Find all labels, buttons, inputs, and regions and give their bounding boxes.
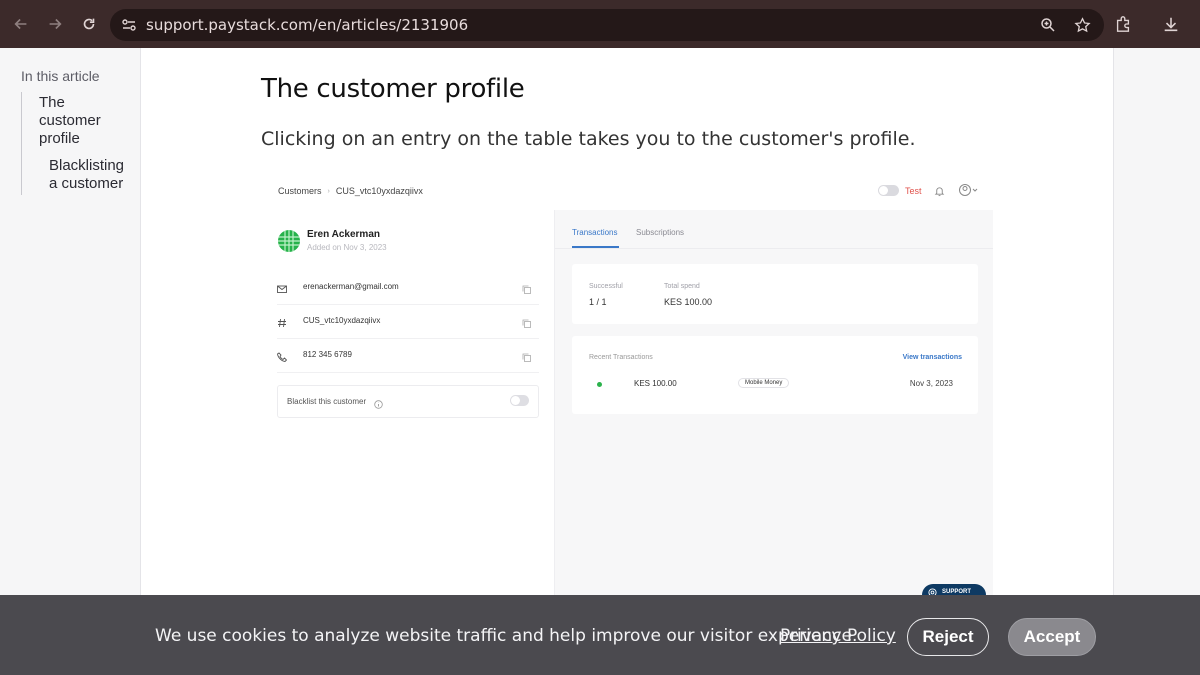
recent-transactions-title: Recent Transactions bbox=[589, 354, 653, 361]
test-mode-toggle bbox=[878, 185, 899, 196]
active-tab-indicator bbox=[572, 246, 619, 248]
download-icon[interactable] bbox=[1154, 7, 1188, 41]
tab-divider bbox=[555, 248, 993, 249]
customer-profile-screenshot: Customers › CUS_vtc10yxdazqiivx Test Ere… bbox=[261, 172, 993, 595]
toc-title: In this article bbox=[21, 68, 100, 84]
transaction-amount: KES 100.00 bbox=[634, 379, 677, 388]
breadcrumb: Customers › CUS_vtc10yxdazqiivx bbox=[278, 186, 423, 196]
extensions-icon[interactable] bbox=[1106, 7, 1140, 41]
test-mode-label: Test bbox=[905, 186, 922, 196]
breadcrumb-separator-icon: › bbox=[327, 187, 330, 195]
site-info-icon[interactable] bbox=[118, 14, 140, 36]
breadcrumb-customer-code: CUS_vtc10yxdazqiivx bbox=[335, 186, 423, 196]
total-spend-value: KES 100.00 bbox=[664, 297, 713, 307]
copy-icon bbox=[522, 349, 531, 362]
customer-code: CUS_vtc10yxdazqiivx bbox=[303, 316, 381, 325]
blacklist-card: Blacklist this customer bbox=[277, 385, 539, 418]
total-spend-label: Total spend bbox=[664, 283, 700, 290]
customer-added-date: Added on Nov 3, 2023 bbox=[307, 243, 387, 252]
reload-icon[interactable] bbox=[72, 7, 106, 41]
cookie-banner: We use cookies to analyze website traffi… bbox=[0, 595, 1200, 675]
article-content: The customer profile Clicking on an entr… bbox=[140, 48, 1114, 595]
toc-item-customer-profile[interactable]: The customer profile bbox=[22, 94, 119, 148]
phone-row: 812 345 6789 bbox=[277, 339, 539, 373]
toc-list: The customer profile Blacklisting a cust… bbox=[21, 92, 134, 195]
customer-name: Eren Ackerman bbox=[307, 229, 380, 240]
customer-code-row: CUS_vtc10yxdazqiivx bbox=[277, 305, 539, 339]
section-paragraph: Clicking on an entry on the table takes … bbox=[261, 128, 916, 150]
info-icon bbox=[374, 396, 383, 414]
recent-transactions-card: Recent Transactions View transactions KE… bbox=[572, 336, 978, 414]
accept-button[interactable]: Accept bbox=[1008, 618, 1096, 656]
toc-item-blacklisting[interactable]: Blacklisting a customer bbox=[22, 157, 129, 195]
address-bar[interactable]: support.paystack.com/en/articles/2131906 bbox=[110, 9, 1104, 41]
screenshot-header: Customers › CUS_vtc10yxdazqiivx Test bbox=[261, 172, 993, 211]
blacklist-label: Blacklist this customer bbox=[287, 397, 367, 406]
tab-subscriptions: Subscriptions bbox=[636, 228, 685, 237]
browser-toolbar: support.paystack.com/en/articles/2131906 bbox=[0, 0, 1200, 48]
forward-arrow-icon[interactable] bbox=[38, 7, 72, 41]
phone-icon bbox=[277, 349, 288, 362]
successful-label: Successful bbox=[589, 283, 623, 290]
transaction-date: Nov 3, 2023 bbox=[909, 379, 953, 388]
bookmark-star-icon[interactable] bbox=[1070, 13, 1094, 37]
support-icon bbox=[928, 588, 937, 595]
account-icon bbox=[958, 183, 980, 202]
privacy-policy-link[interactable]: Privacy Policy bbox=[780, 626, 896, 646]
back-arrow-icon[interactable] bbox=[4, 7, 38, 41]
status-dot-icon bbox=[597, 382, 602, 387]
blacklist-toggle bbox=[510, 395, 529, 406]
email-row: erenackerman@gmail.com bbox=[277, 271, 539, 305]
stats-card: Successful 1 / 1 Total spend KES 100.00 bbox=[572, 264, 978, 324]
mail-icon bbox=[277, 281, 287, 293]
customer-activity-panel: Transactions Subscriptions Successful 1 … bbox=[555, 210, 993, 595]
reject-button[interactable]: Reject bbox=[907, 618, 989, 656]
customer-phone: 812 345 6789 bbox=[303, 350, 352, 359]
section-heading: The customer profile bbox=[261, 74, 525, 104]
table-of-contents: In this article The customer profile Bla… bbox=[0, 48, 140, 595]
cookie-message: We use cookies to analyze website traffi… bbox=[155, 626, 858, 646]
customer-details-panel: Eren Ackerman Added on Nov 3, 2023 erena… bbox=[261, 210, 555, 595]
copy-icon bbox=[522, 315, 531, 328]
channel-badge: Mobile Money bbox=[738, 378, 790, 388]
customer-avatar bbox=[278, 230, 300, 252]
bell-icon bbox=[934, 184, 945, 202]
copy-icon bbox=[522, 281, 531, 294]
tab-transactions: Transactions bbox=[572, 228, 618, 237]
customer-email: erenackerman@gmail.com bbox=[303, 282, 399, 291]
support-button: SUPPORT bbox=[922, 584, 986, 595]
successful-value: 1 / 1 bbox=[589, 297, 607, 307]
breadcrumb-customers: Customers bbox=[278, 186, 322, 196]
hash-icon bbox=[277, 315, 287, 328]
view-transactions-link: View transactions bbox=[902, 354, 962, 361]
zoom-icon[interactable] bbox=[1036, 13, 1060, 37]
url-text: support.paystack.com/en/articles/2131906 bbox=[146, 16, 469, 34]
